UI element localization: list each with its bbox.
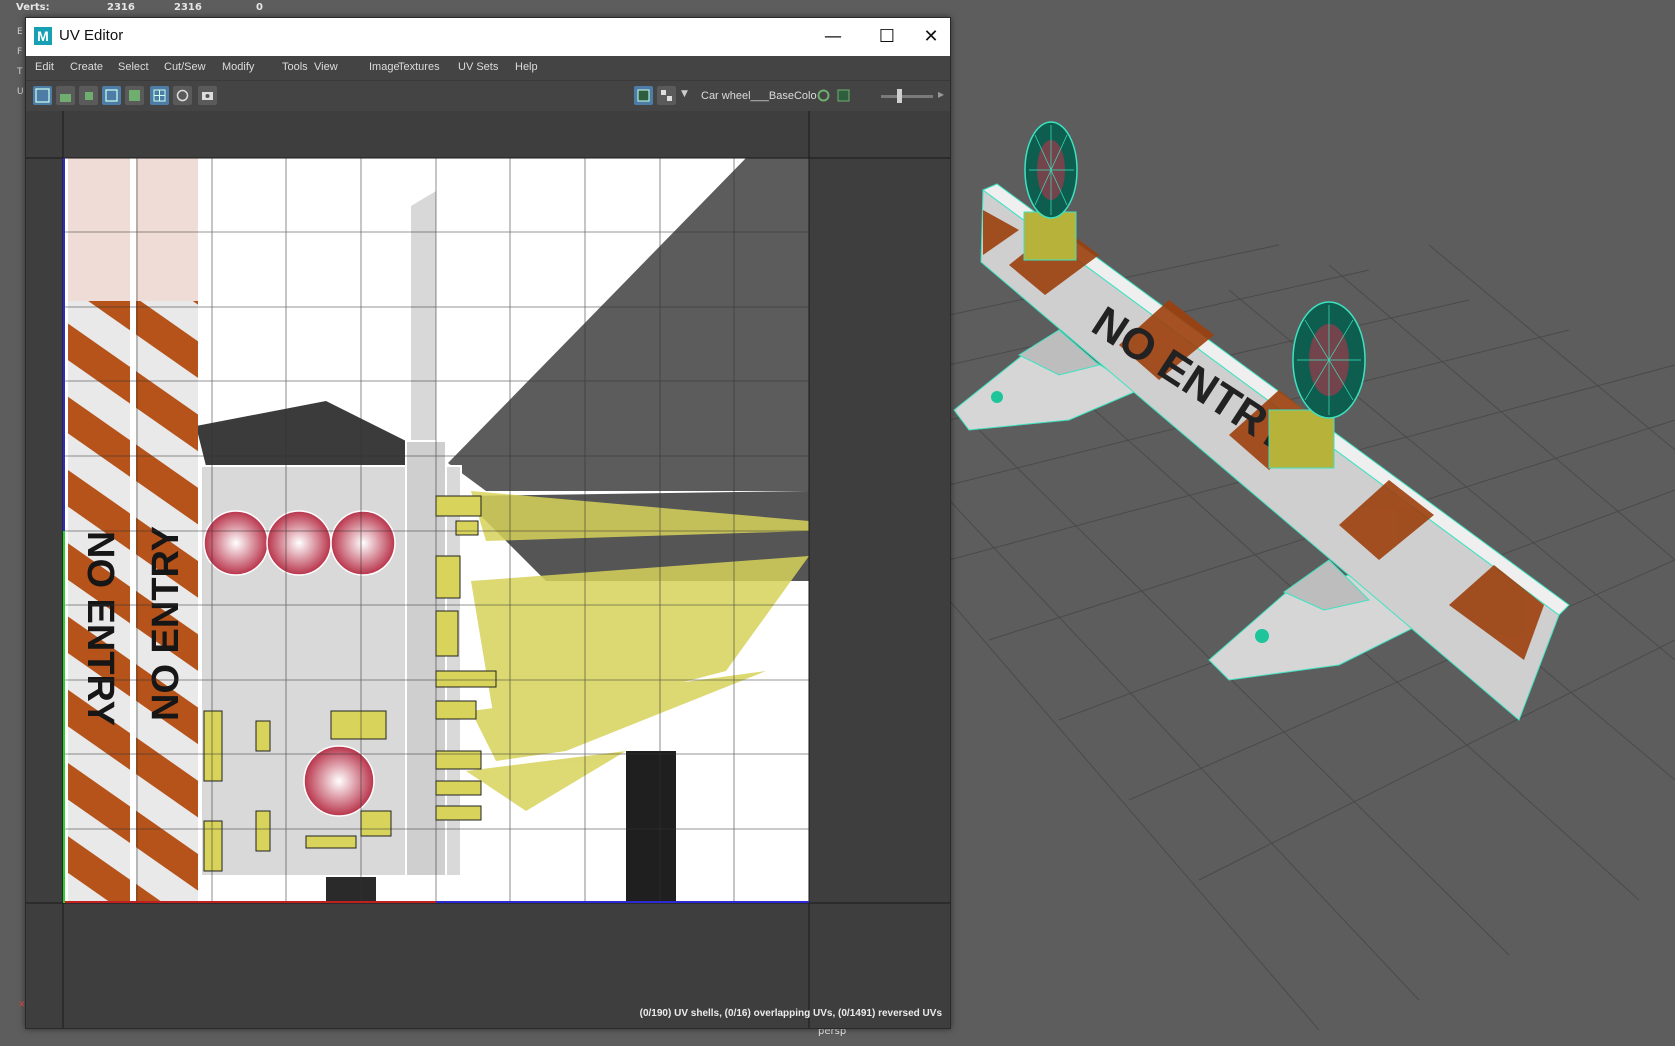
perspective-viewport[interactable]: NO ENTRY — [949, 0, 1675, 1046]
uv-stripe-text-2: NO ENTRY — [145, 526, 187, 721]
exposure-slider[interactable] — [881, 95, 933, 98]
menu-modify[interactable]: Modify — [222, 61, 254, 73]
viewport-scene: NO ENTRY — [949, 121, 1675, 1031]
hud-side-letters: E F T U — [17, 22, 24, 102]
hud-letter: T — [17, 67, 23, 77]
refresh-texture-icon[interactable] — [814, 86, 833, 105]
menu-tools[interactable]: Tools — [282, 61, 308, 73]
texture-name[interactable]: Car wheel___BaseColo — [701, 90, 817, 102]
hud-letter: F — [17, 47, 23, 57]
image-settings-icon[interactable] — [834, 86, 853, 105]
axis-gizmo-icon: ✕ — [18, 1000, 26, 1010]
menu-select[interactable]: Select — [118, 61, 149, 73]
verts-label: Verts: — [16, 2, 50, 13]
maya-app-icon: M — [34, 27, 52, 45]
snap-icon[interactable] — [173, 86, 192, 105]
dropdown-arrow-icon[interactable]: ▼ — [681, 89, 688, 99]
uv-status-line: (0/190) UV shells, (0/16) overlapping UV… — [639, 1008, 942, 1019]
verts-value-a: 2316 — [107, 2, 135, 13]
uv-distribute-icon[interactable] — [79, 86, 98, 105]
menu-help[interactable]: Help — [515, 61, 538, 73]
menu-create[interactable]: Create — [70, 61, 103, 73]
close-button[interactable]: ✕ — [912, 18, 950, 56]
minimize-button[interactable]: — — [804, 18, 862, 56]
camera-snapshot-icon[interactable] — [198, 86, 217, 105]
window-title: UV Editor — [59, 27, 124, 44]
uv-display-icon[interactable] — [102, 86, 121, 105]
hud-letter: E — [17, 27, 23, 37]
menu-bar: Edit Create Select Cut/Sew Modify Tools … — [26, 56, 950, 81]
shaded-uv-icon[interactable] — [125, 86, 144, 105]
menu-cut-sew[interactable]: Cut/Sew — [164, 61, 206, 73]
toolbar-expand-icon[interactable]: ▸ — [938, 87, 944, 101]
uv-texture-view: NO ENTRY NO ENTRY — [26, 111, 950, 1028]
menu-uv-sets[interactable]: UV Sets — [458, 61, 498, 73]
uv-shell-select-icon[interactable] — [33, 86, 52, 105]
uv-stack-icon[interactable] — [56, 86, 75, 105]
uv-editor-window[interactable]: M UV Editor — ☐ ✕ Edit Create Select Cut… — [25, 17, 951, 1029]
exposure-slider-handle[interactable] — [897, 89, 903, 103]
menu-view[interactable]: View — [314, 61, 338, 73]
menu-textures[interactable]: Textures — [398, 61, 440, 73]
hud-letter: U — [17, 87, 24, 97]
menu-edit[interactable]: Edit — [35, 61, 54, 73]
uv-toolbar: ▼ Car wheel___BaseColo ▸ — [26, 81, 950, 111]
uv-stripe-text-1: NO ENTRY — [79, 531, 121, 726]
viewport-stats: Verts: 2316 2316 0 — [0, 0, 300, 16]
uv-canvas[interactable]: NO ENTRY NO ENTRY (0/190) UV shells, (0/… — [26, 111, 950, 1028]
title-bar[interactable]: M UV Editor — ☐ ✕ — [26, 18, 950, 56]
verts-value-b: 2316 — [174, 2, 202, 13]
maximize-button[interactable]: ☐ — [858, 18, 916, 56]
checker-icon[interactable] — [657, 86, 676, 105]
grid-icon[interactable] — [150, 86, 169, 105]
verts-value-c: 0 — [256, 2, 263, 13]
menu-image[interactable]: Image — [369, 61, 400, 73]
display-image-icon[interactable] — [634, 86, 653, 105]
